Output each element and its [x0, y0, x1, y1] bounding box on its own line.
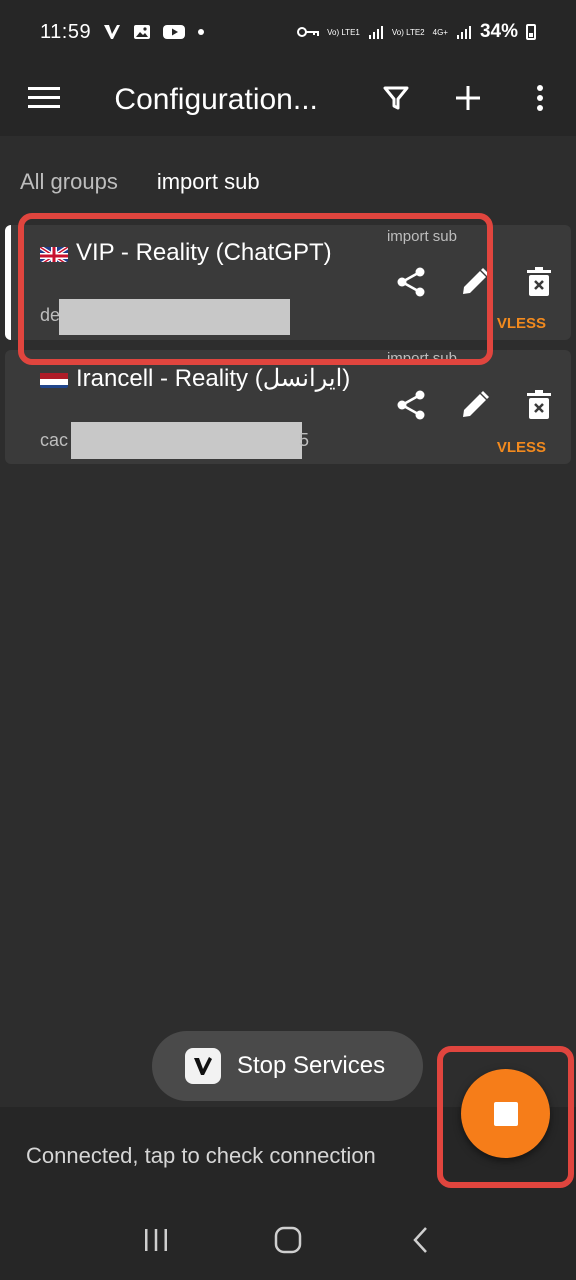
stop-icon [493, 1101, 518, 1126]
system-navigation-bar [0, 1205, 576, 1280]
hamburger-menu-icon [28, 86, 61, 115]
server-address-suffix: 5 [299, 430, 310, 450]
gallery-notification-icon [133, 24, 151, 40]
sim2-signal-icon [456, 24, 472, 40]
vpn-key-icon [297, 26, 320, 38]
trash-icon [527, 266, 551, 302]
pencil-icon [460, 390, 490, 425]
trash-icon [527, 389, 551, 425]
youtube-notification-icon [163, 24, 186, 40]
group-tabs: All groups import sub [0, 150, 576, 214]
protocol-badge: VLESS [496, 315, 546, 332]
clock: 11:59 [40, 20, 92, 43]
server-name-text: Irancell - Reality (ایرانسل) [76, 365, 351, 392]
v2ray-notification-icon [103, 24, 121, 40]
share-icon [395, 389, 427, 426]
netherlands-flag-icon [40, 370, 68, 388]
redacted-address-block [71, 422, 302, 459]
home-button[interactable] [258, 1213, 318, 1273]
highlight-selected-server [18, 213, 493, 365]
add-config-button[interactable] [432, 64, 504, 136]
sim2-4g-label: 4G+ [432, 27, 448, 37]
more-options-button[interactable] [504, 64, 576, 136]
edit-button[interactable] [451, 383, 499, 431]
app-toolbar: Configuration... [0, 64, 576, 136]
connection-status-text: Connected, tap to check connection [26, 1143, 376, 1168]
page-title: Configuration... [114, 83, 318, 116]
plus-icon [455, 85, 481, 116]
selected-indicator [5, 225, 11, 340]
filter-button[interactable] [360, 64, 432, 136]
home-icon [274, 1226, 302, 1259]
delete-button[interactable] [515, 383, 563, 431]
battery-icon [526, 24, 536, 40]
sim1-signal-icon [368, 24, 384, 40]
navigation-drawer-button[interactable] [0, 64, 88, 136]
back-chevron-icon [411, 1226, 429, 1259]
server-card[interactable]: Irancell - Reality (ایرانسل) import sub … [5, 350, 571, 464]
status-bar: 11:59 Vo) LTE1 Vo) LTE2 4G+ 34% [0, 0, 576, 64]
share-button[interactable] [387, 383, 435, 431]
delete-button[interactable] [515, 260, 563, 308]
back-button[interactable] [390, 1213, 450, 1273]
more-notifications-dot-icon [197, 28, 205, 36]
sim2-network-label: Vo) LTE2 [391, 27, 425, 37]
toast-message: Stop Services [152, 1031, 423, 1101]
server-address: cac [40, 430, 69, 450]
server-name: Irancell - Reality (ایرانسل) [40, 364, 350, 393]
v2ray-logo-icon [185, 1048, 221, 1084]
battery-percent: 34% [479, 21, 518, 42]
filter-icon [382, 84, 410, 117]
tab-all-groups[interactable]: All groups [20, 169, 118, 195]
more-vert-icon [536, 84, 544, 116]
recent-apps-button[interactable] [126, 1213, 186, 1273]
tab-import-sub[interactable]: import sub [157, 169, 260, 195]
sim1-network-label: Vo) LTE1 [327, 27, 360, 37]
stop-service-fab[interactable] [461, 1069, 550, 1158]
protocol-badge: VLESS [496, 439, 546, 456]
toast-text: Stop Services [237, 1052, 386, 1079]
recent-apps-icon [143, 1228, 169, 1257]
